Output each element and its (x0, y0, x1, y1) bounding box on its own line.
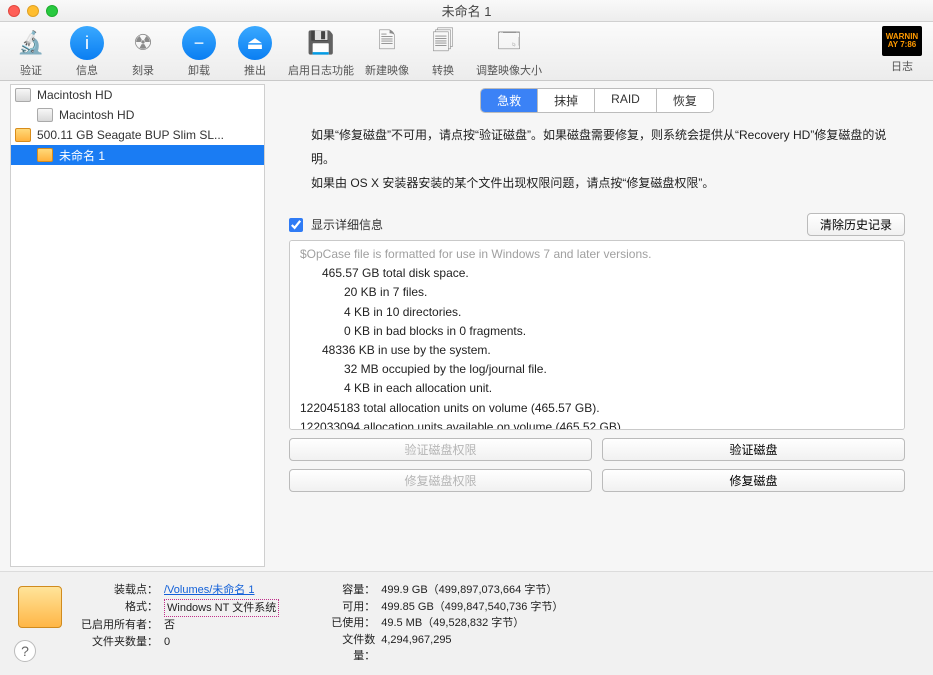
toolbar-label: 调整映像大小 (476, 62, 542, 78)
toolbar-log[interactable]: WARNINAY 7:86 日志 (879, 26, 925, 74)
disk-sidebar: Macintosh HD Macintosh HD 500.11 GB Seag… (10, 84, 265, 567)
sidebar-item[interactable]: Macintosh HD (11, 105, 264, 125)
toolbar-label: 验证 (20, 62, 42, 78)
toolbar-label: 日志 (891, 58, 913, 74)
verify-permissions-button[interactable]: 验证磁盘权限 (289, 438, 592, 461)
sidebar-item[interactable]: Macintosh HD (11, 85, 264, 105)
available-value: 499.85 GB（499,847,540,736 字节） (381, 599, 563, 616)
tab-raid[interactable]: RAID (595, 89, 657, 112)
unmount-icon: − (182, 26, 216, 60)
tab-first-aid[interactable]: 急救 (481, 89, 538, 112)
warning-icon: WARNINAY 7:86 (882, 26, 922, 56)
repair-disk-button[interactable]: 修复磁盘 (602, 469, 905, 492)
toolbar-burn[interactable]: ☢ 刻录 (120, 26, 166, 78)
mount-point-link[interactable]: /Volumes/未命名 1 (164, 582, 254, 599)
toolbar-new-image[interactable]: 🗎 新建映像 (364, 26, 410, 78)
microscope-icon: 🔬 (14, 26, 48, 60)
sidebar-item-label: Macintosh HD (59, 108, 134, 122)
sidebar-item-label: 500.11 GB Seagate BUP Slim SL... (37, 128, 224, 142)
log-line: 4 KB in each allocation unit. (300, 379, 894, 398)
instruction-text: 如果“修复磁盘”不可用，请点按“验证磁盘”。如果磁盘需要修复，则系统会提供从“R… (271, 123, 923, 195)
toolbar-verify[interactable]: 🔬 验证 (8, 26, 54, 78)
resize-icon: 🗔 (492, 26, 526, 60)
sidebar-item-label: 未命名 1 (59, 147, 105, 164)
toolbar-convert[interactable]: 🗐 转换 (420, 26, 466, 78)
toolbar-label: 推出 (244, 62, 266, 78)
titlebar: 未命名 1 (0, 0, 933, 22)
toolbar-label: 启用日志功能 (288, 62, 354, 78)
disk-icon (15, 88, 31, 102)
log-line: 48336 KB in use by the system. (300, 341, 894, 360)
tab-restore[interactable]: 恢复 (657, 89, 713, 112)
sidebar-item[interactable]: 500.11 GB Seagate BUP Slim SL... (11, 125, 264, 145)
log-line: 32 MB occupied by the log/journal file. (300, 360, 894, 379)
clear-history-button[interactable]: 清除历史记录 (807, 213, 905, 236)
external-disk-icon (15, 128, 31, 142)
new-image-icon: 🗎 (370, 26, 404, 60)
toolbar-info[interactable]: i 信息 (64, 26, 110, 78)
sidebar-item-selected[interactable]: 未命名 1 (11, 145, 264, 165)
info-column-right: 容量：499.9 GB（499,897,073,664 字节） 可用：499.8… (329, 582, 563, 665)
action-row-2: 修复磁盘权限 修复磁盘 (289, 469, 905, 492)
toolbar-label: 卸载 (188, 62, 210, 78)
repair-permissions-button[interactable]: 修复磁盘权限 (289, 469, 592, 492)
log-line: 4 KB in 10 directories. (300, 303, 894, 322)
toolbar-eject[interactable]: ⏏ 推出 (232, 26, 278, 78)
toolbar-label: 信息 (76, 62, 98, 78)
toolbar-label: 新建映像 (365, 62, 409, 78)
files-value: 4,294,967,295 (381, 632, 451, 665)
log-line: 20 KB in 7 files. (300, 283, 894, 302)
info-icon: i (70, 26, 104, 60)
format-value: Windows NT 文件系统 (164, 599, 279, 618)
main-split: Macintosh HD Macintosh HD 500.11 GB Seag… (0, 81, 933, 571)
show-details-checkbox[interactable] (289, 218, 303, 232)
log-line: 122033094 allocation units available on … (300, 418, 894, 430)
tab-bar: 急救 抹掉 RAID 恢复 (271, 88, 923, 113)
window-title: 未命名 1 (0, 1, 933, 20)
toolbar-label: 转换 (432, 62, 454, 78)
log-line: 0 KB in bad blocks in 0 fragments. (300, 322, 894, 341)
log-line: 122045183 total allocation units on volu… (300, 399, 894, 418)
owners-value: 否 (164, 617, 175, 634)
toolbar-resize[interactable]: 🗔 调整映像大小 (476, 26, 542, 78)
help-button[interactable]: ? (14, 640, 36, 662)
content-pane: 急救 抹掉 RAID 恢复 如果“修复磁盘”不可用，请点按“验证磁盘”。如果磁盘… (271, 84, 923, 567)
drive-icon: 💾 (304, 26, 338, 60)
eject-icon: ⏏ (238, 26, 272, 60)
convert-icon: 🗐 (426, 26, 460, 60)
external-disk-icon (37, 148, 53, 162)
disk-icon (37, 108, 53, 122)
sidebar-item-label: Macintosh HD (37, 88, 112, 102)
tab-erase[interactable]: 抹掉 (538, 89, 595, 112)
log-line: $OpCase file is formatted for use in Win… (300, 245, 894, 264)
toolbar-label: 刻录 (132, 62, 154, 78)
log-output[interactable]: $OpCase file is formatted for use in Win… (289, 240, 905, 430)
verify-disk-button[interactable]: 验证磁盘 (602, 438, 905, 461)
details-bar: 显示详细信息 清除历史记录 (289, 213, 905, 236)
info-column-left: 装载点： /Volumes/未命名 1 格式： Windows NT 文件系统 … (76, 582, 279, 665)
log-line: 465.57 GB total disk space. (300, 264, 894, 283)
volume-icon (18, 586, 62, 628)
toolbar: 🔬 验证 i 信息 ☢ 刻录 − 卸载 ⏏ 推出 💾 启用日志功能 🗎 新建映像… (0, 22, 933, 81)
toolbar-unmount[interactable]: − 卸载 (176, 26, 222, 78)
action-row-1: 验证磁盘权限 验证磁盘 (289, 438, 905, 461)
used-value: 49.5 MB（49,528,832 字节） (381, 615, 524, 632)
capacity-value: 499.9 GB（499,897,073,664 字节） (381, 582, 557, 599)
toolbar-enable-log[interactable]: 💾 启用日志功能 (288, 26, 354, 78)
footer-info: 装载点： /Volumes/未命名 1 格式： Windows NT 文件系统 … (0, 571, 933, 675)
burn-icon: ☢ (126, 26, 160, 60)
folders-value: 0 (164, 634, 170, 651)
show-details-label: 显示详细信息 (311, 216, 383, 233)
